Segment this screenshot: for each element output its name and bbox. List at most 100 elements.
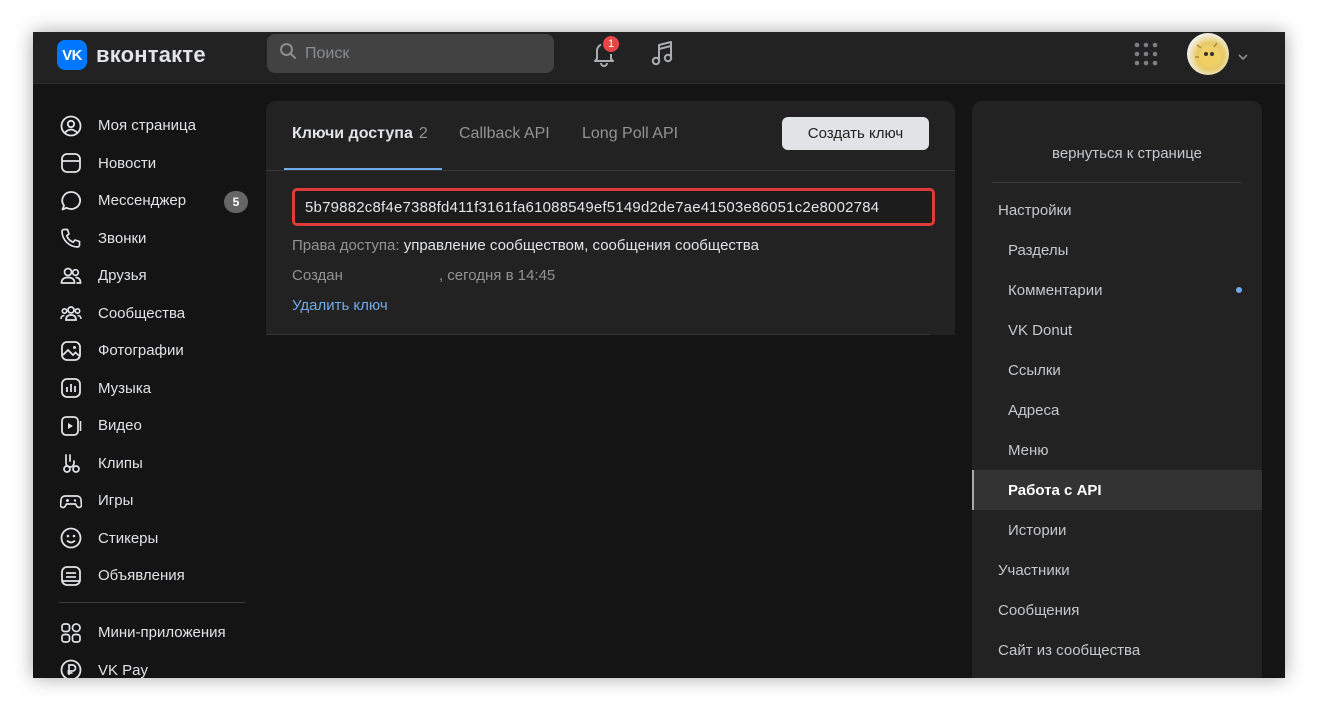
sidebar-item-label: Видео xyxy=(98,417,142,435)
classifieds-icon xyxy=(59,564,83,588)
search-input[interactable] xyxy=(305,44,535,63)
phone-icon xyxy=(59,226,83,250)
tab-label: Long Poll API xyxy=(582,125,679,142)
sidebar-item-label: Сообщества xyxy=(98,304,186,322)
sidebar-item-stickers[interactable]: Стикеры xyxy=(59,520,259,558)
settings-menu: вернуться к странице Настройки Разделы К… xyxy=(972,101,1262,678)
menu-item-members[interactable]: Участники xyxy=(972,550,1262,590)
menu-item-label: Разделы xyxy=(1008,241,1069,259)
permissions-label: Права доступа: xyxy=(292,237,400,254)
menu-item-label: Адреса xyxy=(1008,401,1060,419)
tab-label: Ключи доступа xyxy=(292,125,413,142)
back-to-page-link[interactable]: вернуться к странице xyxy=(972,145,1282,162)
sidebar-item-news[interactable]: Новости xyxy=(59,145,259,183)
newspaper-icon xyxy=(59,151,83,175)
delete-key-link[interactable]: Удалить ключ xyxy=(292,297,388,314)
access-key-field[interactable] xyxy=(292,188,935,226)
left-sidebar-extra: Мини-приложения VK Pay xyxy=(59,614,259,678)
sidebar-item-music[interactable]: Музыка xyxy=(59,370,259,408)
chat-bubble-icon xyxy=(59,189,83,213)
sidebar-item-communities[interactable]: Сообщества xyxy=(59,295,259,333)
menu-item-addresses[interactable]: Адреса xyxy=(972,390,1262,430)
sidebar-item-classifieds[interactable]: Объявления xyxy=(59,557,259,595)
sidebar-item-vk-pay[interactable]: VK Pay xyxy=(59,652,259,678)
menu-item-label: Истории xyxy=(1008,521,1067,539)
menu-item-api[interactable]: Работа с API xyxy=(972,470,1262,510)
top-header: VK вконтакте 1 xyxy=(33,32,1285,84)
music-icon xyxy=(59,376,83,400)
sidebar-item-label: Новости xyxy=(98,154,157,172)
logo-text: вконтакте xyxy=(96,42,206,67)
menu-item-stories[interactable]: Истории xyxy=(972,510,1262,550)
menu-item-menu[interactable]: Меню xyxy=(972,430,1262,470)
created-value: , сегодня в 14:45 xyxy=(438,267,556,284)
mini-apps-icon xyxy=(59,621,83,645)
music-note-icon[interactable] xyxy=(650,39,676,67)
sidebar-item-label: Объявления xyxy=(98,567,185,585)
tab-access-keys[interactable]: Ключи доступа 2 xyxy=(292,125,428,143)
sidebar-item-calls[interactable]: Звонки xyxy=(59,220,259,258)
sidebar-item-label: VK Pay xyxy=(98,661,149,678)
vk-logo[interactable]: VK вконтакте xyxy=(57,40,206,70)
apps-grid-icon[interactable] xyxy=(1133,41,1159,67)
tab-label: Callback API xyxy=(459,125,550,142)
access-key-value[interactable] xyxy=(305,198,932,216)
permissions-value: управление сообществом, сообщения сообще… xyxy=(403,237,759,254)
new-indicator-dot xyxy=(1236,287,1242,293)
left-sidebar: Моя страница Новости Мессенджер 5 Звонки… xyxy=(59,107,259,595)
tab-count: 2 xyxy=(418,125,428,142)
tab-long-poll-api[interactable]: Long Poll API xyxy=(582,125,678,143)
menu-item-label: Настройки xyxy=(998,201,1072,219)
sidebar-item-label: Звонки xyxy=(98,229,147,247)
gamepad-icon xyxy=(59,489,83,513)
sidebar-item-label: Клипы xyxy=(98,454,143,472)
sidebar-item-label: Друзья xyxy=(98,267,147,285)
created-line: Создан , сегодня в 14:45 xyxy=(292,267,555,284)
create-key-button[interactable]: Создать ключ xyxy=(782,117,929,150)
unread-badge: 5 xyxy=(224,191,248,213)
sidebar-item-friends[interactable]: Друзья xyxy=(59,257,259,295)
menu-item-label: VK Donut xyxy=(1008,321,1073,339)
friends-icon xyxy=(59,264,83,288)
search-bar[interactable] xyxy=(267,34,554,73)
sidebar-item-label: Фотографии xyxy=(98,342,184,360)
sidebar-item-my-page[interactable]: Моя страница xyxy=(59,107,259,145)
sidebar-item-video[interactable]: Видео xyxy=(59,407,259,445)
avatar[interactable] xyxy=(1187,33,1229,75)
sidebar-item-label: Мини-приложения xyxy=(98,624,226,642)
permissions-line: Права доступа: управление сообществом, с… xyxy=(292,237,759,254)
video-icon xyxy=(59,414,83,438)
sidebar-item-clips[interactable]: Клипы xyxy=(59,445,259,483)
notification-badge: 1 xyxy=(601,34,621,54)
menu-item-sections[interactable]: Разделы xyxy=(972,230,1262,270)
sidebar-item-label: Стикеры xyxy=(98,529,159,547)
menu-item-links[interactable]: Ссылки xyxy=(972,350,1262,390)
tab-bar: Ключи доступа 2 Callback API Long Poll AP… xyxy=(266,101,955,171)
communities-icon xyxy=(59,301,83,325)
settings-menu-divider xyxy=(992,182,1242,183)
menu-item-label: Ссылки xyxy=(1008,361,1061,379)
menu-item-vk-donut[interactable]: VK Donut xyxy=(972,310,1262,350)
menu-item-community-site[interactable]: Сайт из сообщества xyxy=(972,630,1262,670)
chevron-down-icon[interactable] xyxy=(1237,49,1249,61)
menu-item-label: Сообщения xyxy=(998,601,1080,619)
user-circle-icon xyxy=(59,114,83,138)
sidebar-item-photos[interactable]: Фотографии xyxy=(59,332,259,370)
menu-item-comments[interactable]: Комментарии xyxy=(972,270,1262,310)
menu-item-settings[interactable]: Настройки xyxy=(972,190,1262,230)
sidebar-item-games[interactable]: Игры xyxy=(59,482,259,520)
sidebar-item-mini-apps[interactable]: Мини-приложения xyxy=(59,614,259,652)
sidebar-item-messenger[interactable]: Мессенджер 5 xyxy=(59,182,259,220)
menu-item-label: Меню xyxy=(1008,441,1049,459)
browser-window: VK вконтакте 1 xyxy=(33,32,1285,678)
smile-icon xyxy=(59,526,83,550)
menu-item-label: Комментарии xyxy=(1008,281,1103,299)
vk-pay-icon xyxy=(59,658,83,678)
tab-callback-api[interactable]: Callback API xyxy=(459,125,550,143)
menu-item-label: Участники xyxy=(998,561,1070,579)
clips-icon xyxy=(59,451,83,475)
created-label: Создан xyxy=(292,267,343,284)
sidebar-item-label: Моя страница xyxy=(98,117,196,135)
menu-item-messages[interactable]: Сообщения xyxy=(972,590,1262,630)
search-icon xyxy=(279,42,297,65)
